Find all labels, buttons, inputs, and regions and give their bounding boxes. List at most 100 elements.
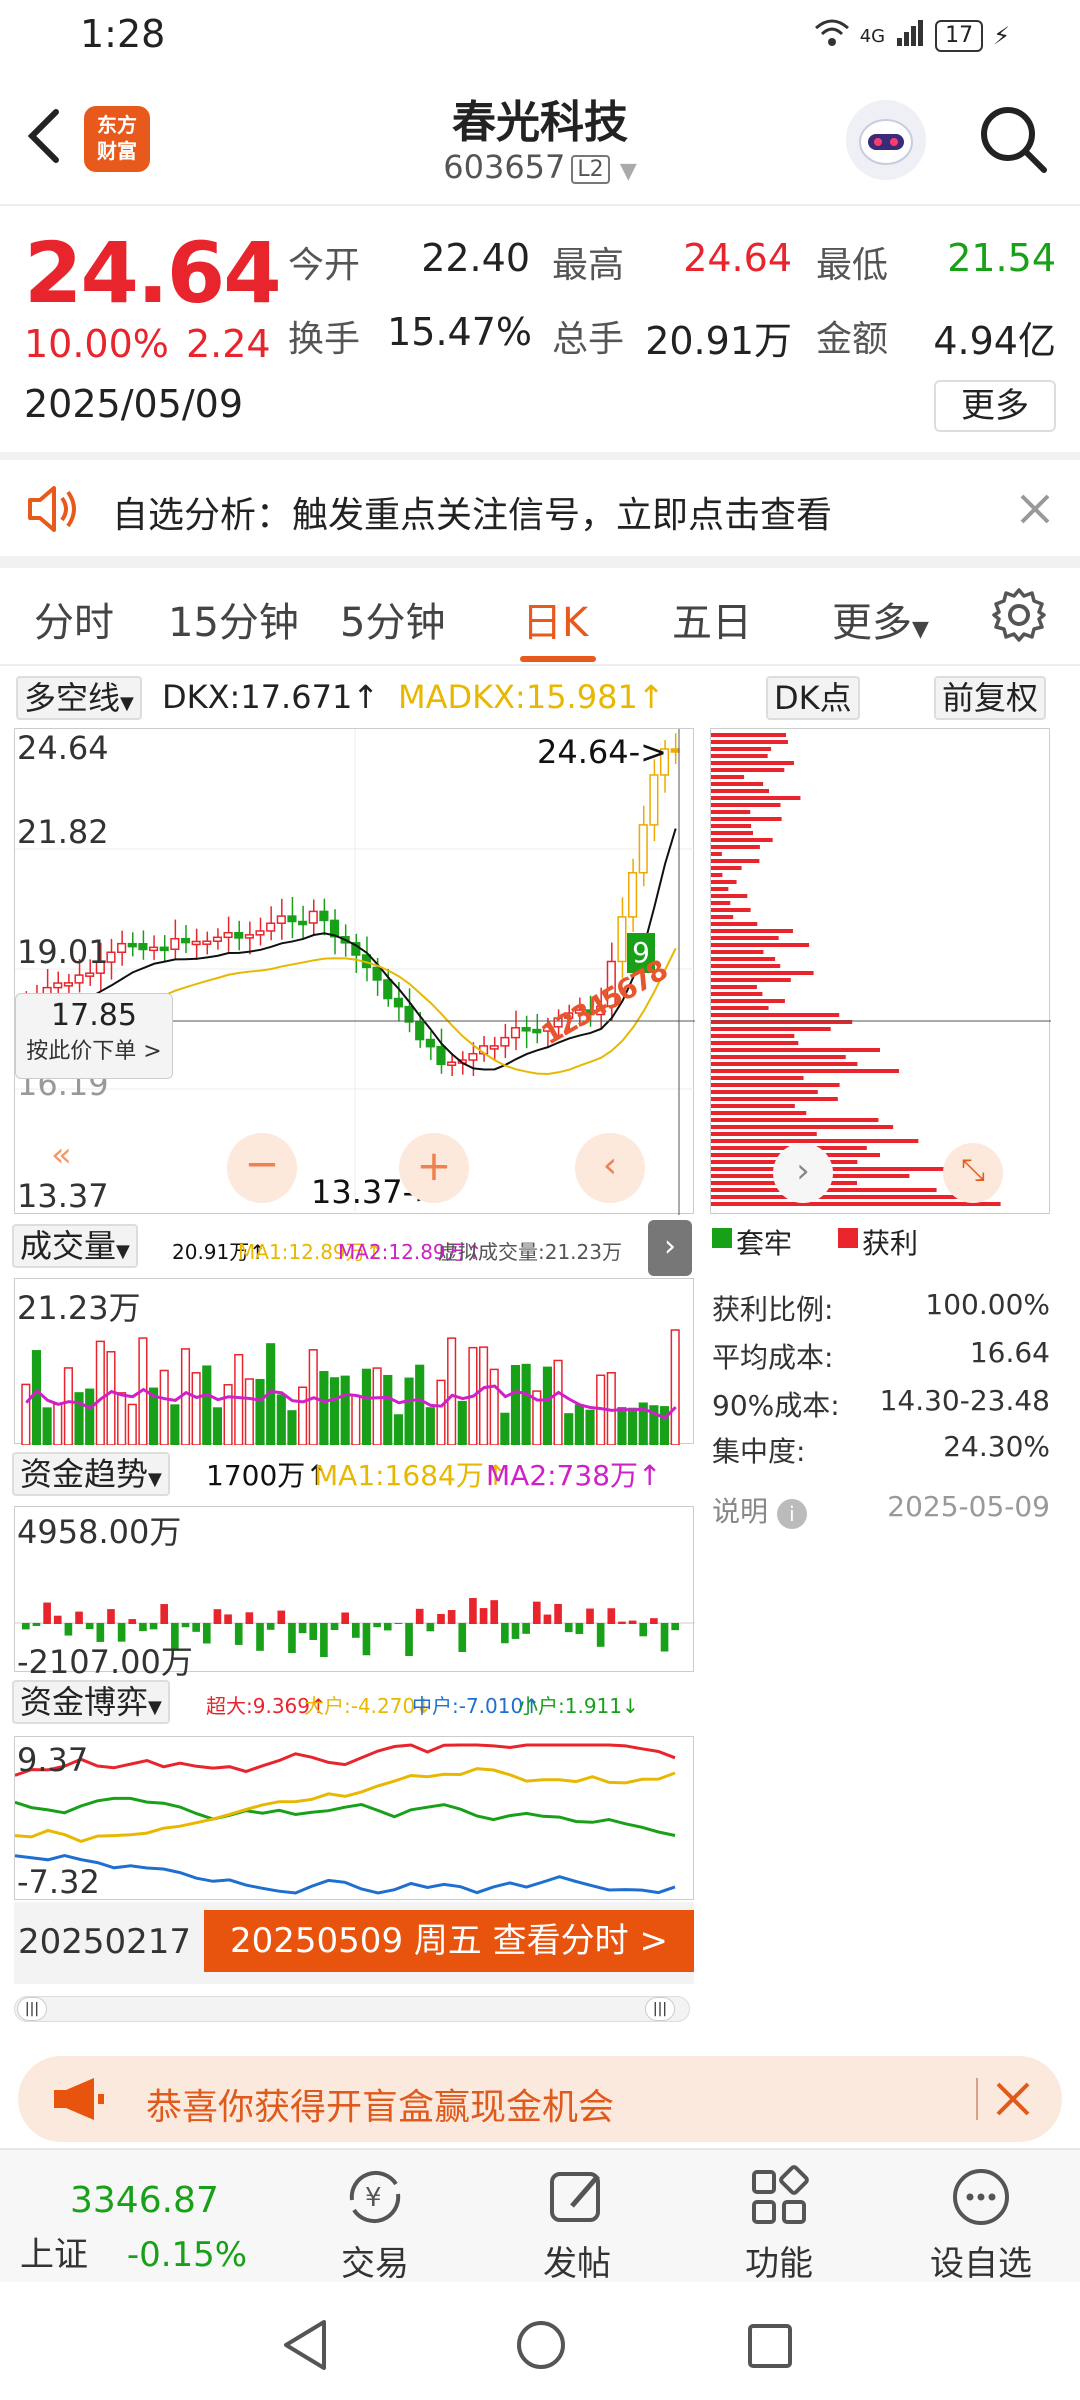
order-at-price-button[interactable]: 17.85 按此价下单 > — [15, 993, 173, 1079]
candle — [202, 940, 212, 945]
tab-five-day[interactable]: 五日 — [672, 590, 752, 648]
candle — [468, 1052, 478, 1061]
chip-note-link[interactable]: 说明 i — [712, 1490, 807, 1530]
cost90-label: 90%成本: — [712, 1389, 840, 1422]
chip-bar — [711, 964, 781, 968]
zoom-out-icon[interactable]: − — [227, 1133, 297, 1203]
candle — [447, 1061, 457, 1066]
wifi-icon — [814, 18, 850, 54]
chip-bar — [711, 1125, 894, 1129]
chip-bar — [711, 929, 793, 933]
dk-point-button[interactable]: DK点 — [766, 676, 860, 720]
candle — [638, 824, 648, 874]
chip-bar — [711, 859, 760, 863]
more-dots-icon — [946, 2162, 1016, 2232]
fund-bar — [639, 1623, 648, 1637]
adjust-button[interactable]: 前复权 — [934, 676, 1047, 720]
volume-bar — [628, 1407, 638, 1446]
nav-back-icon[interactable] — [280, 2318, 330, 2376]
close-icon[interactable] — [1018, 492, 1052, 530]
fund-bar — [341, 1612, 349, 1624]
index-ticker[interactable]: 3346.87 上证 -0.15% — [20, 2180, 280, 2276]
info-icon: i — [776, 1499, 807, 1529]
fund-bar — [139, 1623, 147, 1632]
tab-more[interactable]: 更多▼ — [832, 590, 929, 648]
nav-functions[interactable]: 功能 — [714, 2150, 844, 2285]
chip-bar — [711, 915, 734, 919]
scroll-left-icon[interactable]: « — [51, 1135, 72, 1175]
fund-trend-chart[interactable]: 4958.00万 -2107.00万 — [14, 1506, 695, 1681]
indicator-select-dkx[interactable]: 多空线▼ — [16, 676, 142, 720]
nav-post[interactable]: 发帖 — [512, 2150, 642, 2285]
gear-icon[interactable] — [990, 586, 1048, 648]
volume-bar — [53, 1403, 63, 1446]
fund-bar — [64, 1623, 73, 1636]
nav-add-watchlist[interactable]: 设自选 — [916, 2150, 1046, 2285]
candle — [308, 910, 318, 924]
nav-trade[interactable]: ¥ 交易 — [310, 2150, 440, 2285]
kline-chart[interactable]: 24.64 21.82 19.01 16.19 13.37 24.64-> 13… — [14, 728, 695, 1215]
virtual-volume: 虚拟成交量:21.23万 — [438, 1240, 622, 1264]
tab-daily-k[interactable]: 日K — [522, 590, 588, 648]
tab-15min[interactable]: 15分钟 — [168, 590, 299, 648]
close-icon[interactable] — [994, 2080, 1032, 2122]
nav-recents-icon[interactable] — [746, 2322, 794, 2374]
expand-icon[interactable]: ⤡ — [943, 1143, 1003, 1203]
chip-bar — [711, 880, 737, 884]
megaphone-icon — [50, 2076, 106, 2126]
index-value: 3346.87 — [70, 2180, 219, 2221]
period-tabs: 分时 15分钟 5分钟 日K 五日 更多▼ — [0, 570, 1080, 666]
collapse-panel-icon[interactable]: › — [648, 1220, 692, 1276]
assistant-robot-icon[interactable] — [846, 100, 926, 180]
candle — [127, 942, 137, 948]
more-quote-button[interactable]: 更多 — [934, 380, 1056, 432]
candle — [436, 1045, 446, 1066]
volume-value: 20.91万 — [645, 319, 792, 363]
volume-bar — [489, 1368, 499, 1446]
volume-chart[interactable]: 21.23万 — [14, 1278, 694, 1446]
fund-bar — [352, 1623, 360, 1638]
chip-distribution-chart[interactable]: › ⤡ — [710, 728, 1051, 1214]
alert-bar[interactable]: 自选分析：触发重点关注信号，立即点击查看 — [0, 460, 1080, 556]
search-icon[interactable] — [976, 102, 1050, 176]
candle — [521, 1027, 531, 1032]
tab-intraday[interactable]: 分时 — [34, 590, 114, 648]
chip-bar — [711, 1006, 769, 1010]
fund-bar — [234, 1623, 243, 1645]
stock-header: 东方 财富 春光科技 603657 L2 ▼ — [0, 72, 1080, 206]
chip-prev-icon[interactable]: › — [773, 1143, 833, 1203]
step-left-icon[interactable]: ‹ — [575, 1133, 645, 1203]
level-badge: L2 — [571, 154, 610, 184]
chip-bar — [711, 957, 776, 961]
range-slider[interactable]: ||| ||| — [14, 1996, 690, 2022]
chip-bar — [711, 1055, 846, 1059]
indicator-select-volume[interactable]: 成交量▼ — [12, 1224, 138, 1268]
view-intraday-button[interactable]: 20250509 周五 查看分时 > — [204, 1910, 694, 1972]
nav-home-icon[interactable] — [514, 2318, 568, 2376]
start-date: 20250217 — [18, 1922, 192, 1962]
tab-5min[interactable]: 5分钟 — [340, 590, 445, 648]
avg-cost-value: 16.64 — [969, 1336, 1050, 1369]
fund-bar — [107, 1609, 115, 1624]
indicator-select-fund-game[interactable]: 资金博弈▼ — [12, 1680, 170, 1724]
status-time: 1:28 — [80, 12, 166, 56]
chevron-down-icon: ▼ — [912, 617, 929, 642]
range-handle-right[interactable]: ||| — [645, 1997, 675, 2021]
range-handle-left[interactable]: ||| — [17, 1997, 47, 2021]
promo-banner[interactable]: 恭喜你获得开盲盒赢现金机会 — [18, 2056, 1062, 2142]
volume-bar — [521, 1363, 531, 1446]
fund-game-line — [14, 1743, 676, 1777]
volume-bar — [276, 1394, 286, 1446]
chip-bar — [711, 768, 785, 772]
fund-game-chart[interactable]: 9.37 -7.32 — [14, 1736, 694, 1901]
profit-ratio-value: 100.00% — [925, 1288, 1050, 1321]
volume-bar — [372, 1367, 382, 1446]
fund-game-y-top: 9.37 — [17, 1741, 89, 1779]
speaker-icon — [24, 484, 80, 538]
volume-bar — [351, 1394, 361, 1446]
zoom-in-icon[interactable]: + — [399, 1133, 469, 1203]
indicator-select-fund-trend[interactable]: 资金趋势▼ — [12, 1452, 170, 1496]
chip-bar — [711, 1118, 879, 1122]
avg-cost-label: 平均成本: — [712, 1341, 834, 1374]
chip-note-date: 2025-05-09 — [887, 1490, 1050, 1523]
